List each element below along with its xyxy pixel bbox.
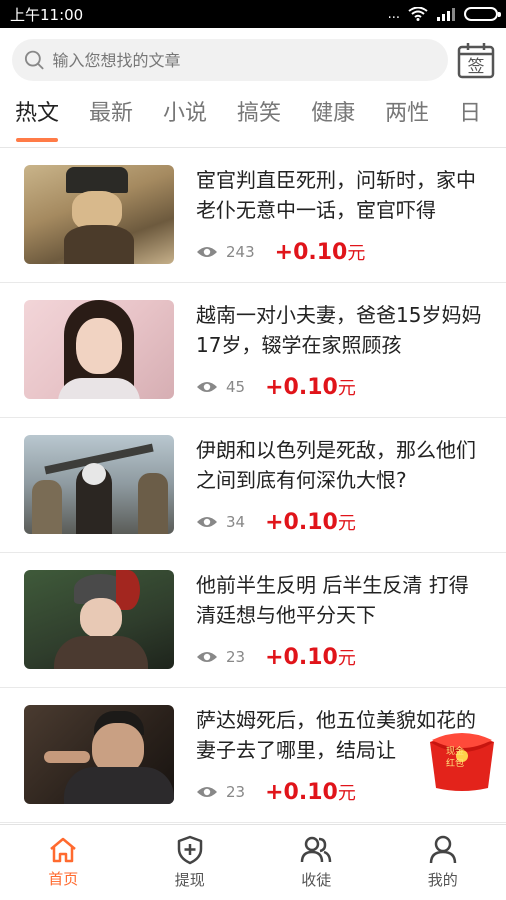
reward-amount: +0.10元 <box>265 375 356 400</box>
home-icon <box>50 837 77 863</box>
checkin-button[interactable]: 签 <box>456 40 496 80</box>
top-bar: 签 <box>0 28 506 92</box>
redpack-line1: 现金 <box>446 745 464 757</box>
status-time: 上午11:00 <box>10 5 84 24</box>
view-count: 23 <box>226 783 246 801</box>
category-tabs: 热文 最新 小说 搞笑 健康 两性 日 <box>0 92 506 148</box>
tab-more[interactable]: 日 <box>444 98 496 146</box>
article-title: 他前半生反明 后半生反清 打得清廷想与他平分天下 <box>196 573 469 627</box>
nav-home[interactable]: 首页 <box>0 825 127 900</box>
article-thumbnail <box>24 165 174 264</box>
article-thumbnail <box>24 435 174 534</box>
reward-amount: +0.10元 <box>274 240 366 265</box>
tab-gender[interactable]: 两性 <box>370 98 444 146</box>
nav-profile-label: 我的 <box>427 871 458 889</box>
reward-amount: +0.10元 <box>265 645 356 670</box>
article-thumbnail <box>24 705 174 804</box>
signal-icon <box>437 8 455 21</box>
view-count: 34 <box>226 513 246 531</box>
reward-amount: +0.10元 <box>265 780 356 805</box>
bottom-tab-bar: 首页 提现 收徒 我的 <box>0 824 506 900</box>
article-title: 伊朗和以色列是死敌，那么他们之间到底有何深仇大恨? <box>196 438 476 492</box>
apprentice-users-icon <box>301 836 332 863</box>
article-title: 宦官判直臣死刑，问斩时，家中老仆无意中一话，宦官吓得 <box>196 168 476 222</box>
nav-withdraw[interactable]: 提现 <box>127 825 254 900</box>
wifi-icon <box>408 7 428 21</box>
article-item[interactable]: 越南一对小夫妻，爸爸15岁妈妈17岁，辍学在家照顾孩 45 +0.10元 <box>0 283 506 418</box>
eye-icon <box>197 382 217 392</box>
cash-redpacket-button[interactable]: 现金 红包 <box>426 732 498 792</box>
tab-novel[interactable]: 小说 <box>148 98 222 146</box>
nav-apprentice-label: 收徒 <box>301 871 332 889</box>
article-thumbnail <box>24 300 174 399</box>
status-dots: ... <box>387 6 400 22</box>
tab-funny[interactable]: 搞笑 <box>222 98 296 146</box>
article-title: 越南一对小夫妻，爸爸15岁妈妈17岁，辍学在家照顾孩 <box>196 303 482 357</box>
article-list: 宦官判直臣死刑，问斩时，家中老仆无意中一话，宦官吓得 243 +0.10元 越南… <box>0 148 506 823</box>
nav-apprentice[interactable]: 收徒 <box>253 825 380 900</box>
battery-icon <box>464 7 501 21</box>
status-bar: 上午11:00 ... <box>0 0 506 28</box>
eye-icon <box>197 787 217 797</box>
search-icon <box>24 50 44 70</box>
checkin-label: 签 <box>468 57 485 77</box>
eye-icon <box>197 652 217 662</box>
calendar-checkin-icon: 签 <box>457 43 495 79</box>
article-thumbnail <box>24 570 174 669</box>
tab-health[interactable]: 健康 <box>296 98 370 146</box>
tab-hot[interactable]: 热文 <box>0 98 74 146</box>
search-input[interactable] <box>52 50 436 70</box>
view-count: 45 <box>226 378 246 396</box>
nav-withdraw-label: 提现 <box>174 871 205 889</box>
search-box[interactable] <box>12 39 448 81</box>
withdraw-shield-icon <box>177 835 202 865</box>
view-count: 23 <box>226 648 246 666</box>
nav-home-label: 首页 <box>48 870 79 888</box>
eye-icon <box>197 517 217 527</box>
view-count: 243 <box>226 243 255 261</box>
nav-profile[interactable]: 我的 <box>380 825 506 900</box>
red-envelope-icon: 现金 红包 <box>430 733 494 791</box>
tab-latest[interactable]: 最新 <box>74 98 148 146</box>
article-item[interactable]: 他前半生反明 后半生反清 打得清廷想与他平分天下 23 +0.10元 <box>0 553 506 688</box>
eye-icon <box>197 247 217 257</box>
profile-icon <box>429 835 456 864</box>
reward-amount: +0.10元 <box>265 510 356 535</box>
article-item[interactable]: 伊朗和以色列是死敌，那么他们之间到底有何深仇大恨? 34 +0.10元 <box>0 418 506 553</box>
article-item[interactable]: 宦官判直臣死刑，问斩时，家中老仆无意中一话，宦官吓得 243 +0.10元 <box>0 148 506 283</box>
redpack-line2: 红包 <box>446 757 464 769</box>
